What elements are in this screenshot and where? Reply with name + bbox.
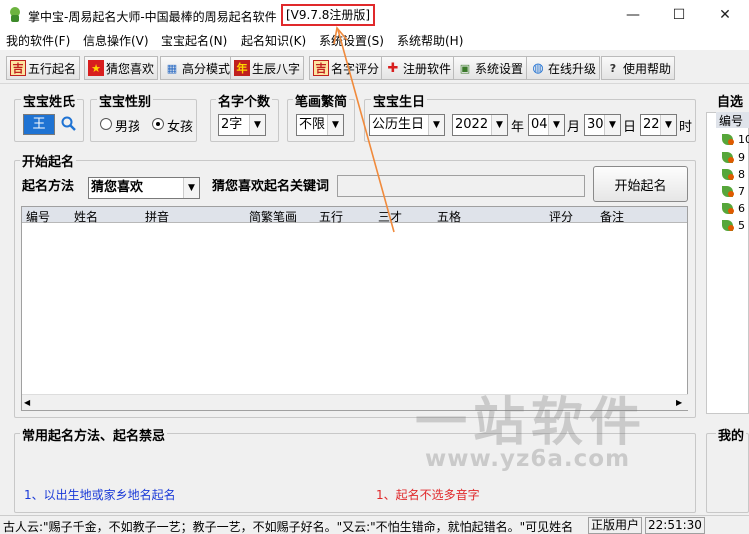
watermark-url: www.yz6a.com (425, 446, 631, 472)
grid-icon: ▦ (166, 61, 178, 75)
favorites-item[interactable]: 8 (722, 167, 746, 183)
ji-icon: 吉 (10, 60, 26, 76)
gender-label: 宝宝性别 (97, 91, 154, 110)
method-select[interactable]: 猜您喜欢 ▼ (88, 177, 200, 199)
favorites-label: 自选 (717, 95, 744, 110)
toolbar-high-score-button[interactable]: ▦ 高分模式 (160, 56, 235, 80)
gender-male-radio[interactable] (100, 118, 112, 130)
col-five-grids[interactable]: 五格 (437, 208, 461, 225)
annotation-arrow (333, 26, 395, 233)
col-number[interactable]: 编号 (26, 208, 50, 225)
favorites-item[interactable]: 10 (722, 132, 749, 148)
maximize-button[interactable]: ☐ (656, 0, 702, 30)
surname-label: 宝宝姓氏 (21, 91, 78, 110)
minimize-button[interactable]: — (610, 0, 656, 30)
my-panel-label: 我的 (716, 425, 747, 444)
col-name[interactable]: 姓名 (74, 208, 98, 225)
toolbar-settings-button[interactable]: ▣ 系统设置 (453, 56, 528, 80)
favorites-col-number: 编号 (716, 112, 749, 128)
month-unit: 月 (567, 120, 581, 135)
toolbar-guess-like-button[interactable]: ★ 猜您喜欢 (84, 56, 159, 80)
my-panel-group (706, 433, 749, 513)
scroll-right-icon[interactable]: ▶ (676, 398, 682, 407)
col-score[interactable]: 评分 (549, 208, 573, 225)
question-icon: ? (609, 61, 617, 75)
menu-my-software[interactable]: 我的软件(F) (6, 32, 70, 49)
hour-unit: 时 (679, 120, 693, 135)
chevron-down-icon: ▼ (183, 178, 199, 198)
favorites-item[interactable]: 9 (722, 150, 746, 166)
globe-icon: ◍ (532, 60, 544, 76)
year-unit: 年 (511, 120, 525, 135)
col-pinyin[interactable]: 拼音 (145, 208, 169, 225)
menu-info-ops[interactable]: 信息操作(V) (83, 32, 149, 49)
year-select[interactable]: 2022 ▼ (452, 114, 508, 136)
status-time: 22:51:30 (645, 517, 705, 534)
gender-female-radio[interactable] (152, 118, 164, 130)
chevron-down-icon: ▼ (428, 115, 444, 135)
calendar-icon: 年 (234, 60, 250, 76)
chart-window-icon: ▣ (459, 61, 471, 75)
watermark-text: 一站软件 (415, 393, 648, 453)
favorites-item[interactable]: 5 (722, 218, 746, 234)
gender-male-label: 男孩 (115, 120, 139, 135)
window-title: 掌中宝-周易起名大师-中国最棒的周易起名软件 (28, 10, 277, 24)
close-button[interactable]: ✕ (702, 0, 748, 30)
name-count-label: 名字个数 (216, 91, 273, 110)
taboo-link-right[interactable]: 1、起名不选多音字 (376, 486, 480, 503)
search-icon[interactable] (60, 115, 78, 133)
toolbar-five-elements-button[interactable]: 吉 五行起名 (6, 56, 81, 80)
chevron-down-icon: ▼ (249, 115, 265, 135)
star-icon: ★ (88, 60, 104, 76)
hour-select[interactable]: 22 ▼ (640, 114, 677, 136)
app-logo-icon (8, 7, 22, 23)
status-quote: 古人云:"赐子千金，不如教子一艺；教子一艺，不如赐子好名。"又云:"不怕生错命，… (3, 520, 574, 534)
name-count-select[interactable]: 2字 ▼ (218, 114, 266, 136)
start-naming-label: 开始起名 (20, 151, 77, 170)
gender-female-label: 女孩 (167, 120, 193, 135)
chevron-down-icon: ▼ (548, 115, 564, 135)
col-notes[interactable]: 备注 (600, 208, 624, 225)
favorites-item[interactable]: 6 (722, 201, 746, 217)
chevron-down-icon: ▼ (660, 115, 676, 135)
method-link-left[interactable]: 1、以出生地或家乡地名起名 (24, 486, 176, 503)
method-label: 起名方法 (22, 179, 75, 194)
status-edition: 正版用户 (588, 517, 643, 534)
day-unit: 日 (623, 120, 637, 135)
menu-naming-knowledge[interactable]: 起名知识(K) (241, 32, 306, 49)
month-select[interactable]: 04 ▼ (528, 114, 565, 136)
chevron-down-icon: ▼ (604, 115, 620, 135)
favorites-item[interactable]: 7 (722, 184, 746, 200)
day-select[interactable]: 30 ▼ (584, 114, 621, 136)
col-strokes[interactable]: 简繁笔画 (249, 208, 297, 225)
menu-baby-naming[interactable]: 宝宝起名(N) (161, 32, 227, 49)
start-naming-button[interactable]: 开始起名 (593, 166, 688, 202)
status-bar: 古人云:"赐子千金，不如教子一艺；教子一艺，不如赐子好名。"又云:"不怕生错命，… (0, 515, 749, 534)
chevron-down-icon: ▼ (491, 115, 507, 135)
methods-label: 常用起名方法、起名禁忌 (20, 425, 168, 444)
toolbar-bazi-button[interactable]: 年 生辰八字 (230, 56, 305, 80)
toolbar-help-button[interactable]: ? 使用帮助 (601, 56, 676, 80)
toolbar-update-button[interactable]: ◍ 在线升级 (526, 56, 601, 80)
scroll-left-icon[interactable]: ◀ (24, 398, 30, 407)
ji-icon: 吉 (313, 60, 329, 76)
surname-input[interactable]: 王 (23, 114, 55, 135)
keyword-label: 猜您喜欢起名关键词 (212, 179, 330, 194)
